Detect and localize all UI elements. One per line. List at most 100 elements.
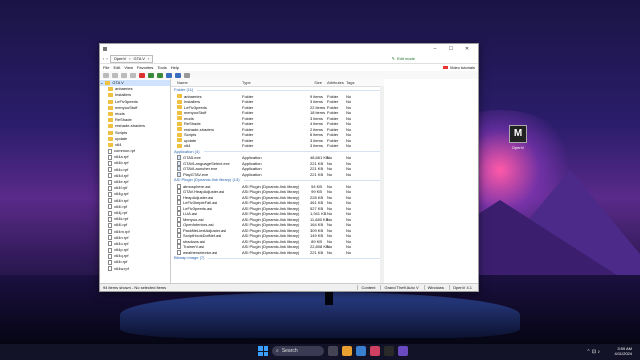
file-manager-window: – ☐ ✕ ‹ › OpenV › GTA V › ✎ Edit mode Fi… [99, 43, 479, 292]
delete-icon[interactable] [139, 72, 145, 78]
cell-tags: No [346, 249, 352, 255]
view-icon[interactable] [175, 72, 181, 78]
file-icon [108, 191, 112, 197]
file-icon [108, 210, 112, 216]
file-icon [108, 148, 112, 154]
file-icon [108, 167, 112, 173]
minimize-icon[interactable]: – [427, 46, 443, 52]
folder-icon [108, 105, 113, 110]
maximize-icon[interactable]: ☐ [443, 46, 459, 52]
cell-size: 221 KB [310, 171, 324, 177]
undo-icon[interactable] [148, 72, 154, 78]
cut-icon[interactable] [112, 72, 118, 78]
menu-tools[interactable]: Tools [157, 65, 166, 70]
menu-edit[interactable]: Edit [113, 65, 120, 70]
clock[interactable]: 3:59 AM 4/11/2024 [615, 346, 633, 356]
cell-tags: No [346, 143, 352, 148]
menu-favorites[interactable]: Favorites [137, 65, 153, 70]
dll-icon [177, 249, 181, 255]
folder-icon [177, 110, 182, 115]
media-app-icon[interactable] [370, 346, 380, 356]
file-icon [108, 154, 112, 160]
forward-icon[interactable]: › [106, 56, 107, 61]
column-size[interactable]: Size [310, 80, 324, 85]
column-name[interactable]: Name [171, 80, 242, 85]
cell-size: 221 KB [310, 249, 324, 255]
breadcrumb-root[interactable]: OpenV [114, 56, 126, 61]
exe-icon [177, 166, 181, 172]
folder-icon [177, 94, 182, 99]
dll-icon [177, 216, 181, 222]
folder-icon [108, 124, 113, 129]
openv-taskbar-icon[interactable] [398, 346, 408, 356]
file-icon [108, 253, 112, 259]
steam-icon[interactable] [384, 346, 394, 356]
breadcrumb-item[interactable]: GTA V [133, 56, 144, 61]
dll-icon [177, 222, 181, 228]
chevron-right-icon: › [129, 56, 131, 61]
chevron-down-icon: ⌄ [100, 80, 104, 85]
menu-file[interactable]: File [103, 65, 109, 70]
dll-icon [177, 244, 181, 250]
menu-view[interactable]: View [124, 65, 133, 70]
edit-mode-button[interactable]: ✎ Edit mode [392, 56, 415, 61]
breadcrumb[interactable]: OpenV › GTA V › [109, 54, 154, 63]
cell-size: 3 items [310, 143, 323, 148]
cell-attr: Folder [327, 143, 339, 148]
file-icon [108, 179, 112, 185]
file-icon [108, 216, 112, 222]
taskbar-search[interactable]: ⌕ Search [272, 346, 324, 356]
window-body: ⌄ GTA V anbaeries Installers LeFiv3peeds me… [100, 79, 478, 284]
back-icon[interactable]: ‹ [103, 56, 104, 61]
dll-icon [177, 233, 181, 239]
desktop-icon-openv[interactable]: M OpenV [505, 125, 531, 150]
folder-icon [108, 93, 113, 98]
tree-item[interactable]: x64w.rpf [100, 266, 170, 272]
status-windows[interactable]: Windows [423, 285, 447, 290]
openv-app-icon: M [509, 125, 527, 143]
status-openv[interactable]: OpenV 4.1 [448, 285, 475, 290]
tree-item-label: x64w.rpf [114, 265, 129, 271]
folder-icon [108, 112, 113, 117]
task-view-icon[interactable] [328, 346, 338, 356]
file-icon [108, 204, 112, 210]
cell-attr: No [327, 249, 333, 255]
file-icon [108, 198, 112, 204]
file-icon [108, 222, 112, 228]
file-icon [108, 173, 112, 179]
cell-type: Application [242, 171, 262, 177]
file-explorer-icon[interactable] [342, 346, 352, 356]
taskbar: ⌕ Search ⌃ ⊡ ♪ 3:59 AM 4/11/2024 [0, 344, 640, 360]
start-button[interactable] [258, 346, 268, 356]
folder-icon [108, 136, 113, 141]
column-tags[interactable]: Tags [344, 80, 376, 85]
preview-pane [384, 79, 478, 284]
app-icon [103, 47, 107, 51]
video-tutorials-button[interactable]: Video tutorials [442, 65, 475, 70]
file-icon [108, 229, 112, 235]
folder-icon [108, 130, 113, 135]
system-tray[interactable]: ⌃ ⊡ ♪ [586, 349, 600, 355]
menu-help[interactable]: Help [171, 65, 179, 70]
sort-icon[interactable] [166, 72, 172, 78]
exe-icon [177, 155, 181, 161]
edit-mode-label: Edit mode [396, 56, 415, 61]
copy-icon[interactable] [121, 72, 127, 78]
column-type[interactable]: Type [242, 80, 310, 85]
folder-icon [108, 99, 113, 104]
settings-icon[interactable] [184, 72, 190, 78]
dll-icon [177, 205, 181, 211]
search-icon: ⌕ [276, 348, 279, 354]
paste-icon[interactable] [130, 72, 136, 78]
file-icon [108, 247, 112, 253]
browser-icon[interactable] [356, 346, 366, 356]
video-tutorials-label: Video tutorials [449, 65, 475, 70]
file-icon [108, 241, 112, 247]
status-gta[interactable]: Grand Theft Auto V [380, 285, 421, 290]
status-content[interactable]: Content [357, 285, 378, 290]
redo-icon[interactable] [157, 72, 163, 78]
close-icon[interactable]: ✕ [459, 46, 475, 52]
new-icon[interactable] [103, 72, 109, 78]
column-attributes[interactable]: Attributes [324, 80, 344, 85]
cell-type: ASI Plugin (Dynamic-link library) [242, 249, 300, 255]
